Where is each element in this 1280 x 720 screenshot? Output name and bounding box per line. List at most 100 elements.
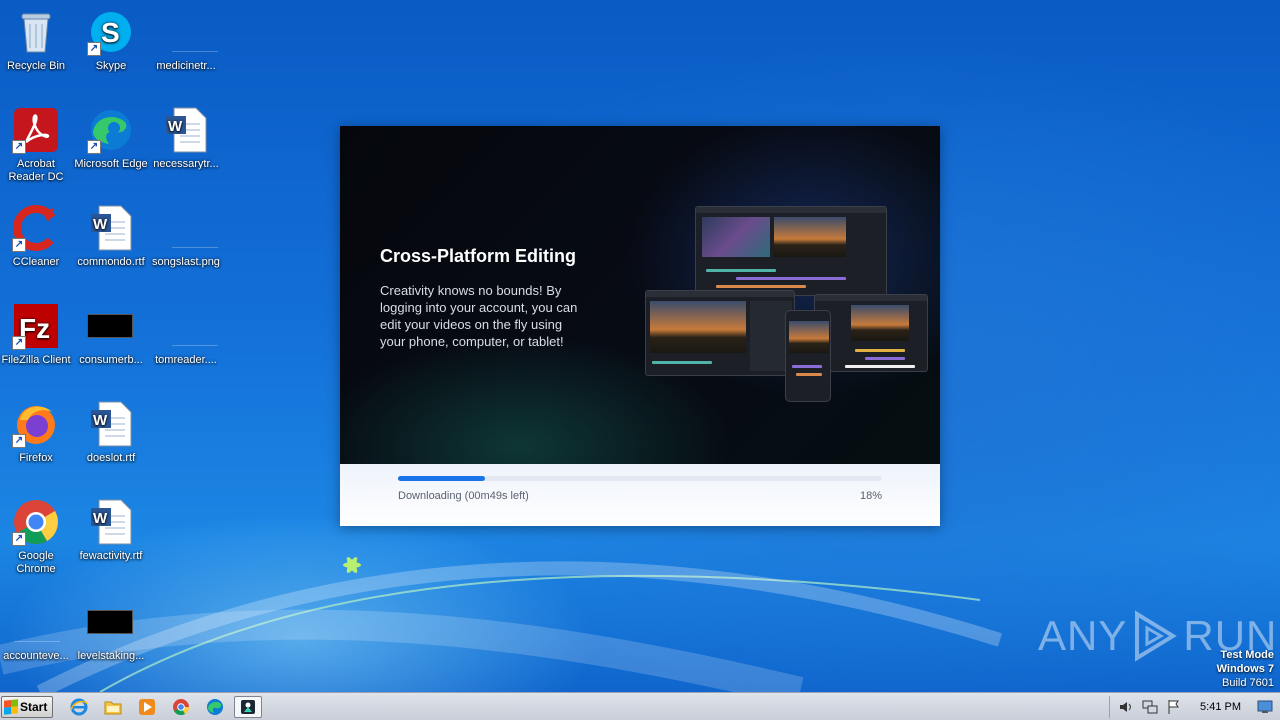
desktop-icon-label: Acrobat Reader DC xyxy=(8,158,64,183)
desktop-icon-label: Firefox xyxy=(19,452,53,464)
desktop-icon-label: Microsoft Edge xyxy=(74,158,148,170)
desktop-icon-label: medicinetr... xyxy=(156,60,216,72)
installer-app-icon xyxy=(241,700,255,714)
desktop-icon-label: fewactivity.rtf xyxy=(79,550,143,562)
windows-logo-icon xyxy=(4,699,18,715)
desktop-icon-recycle-bin[interactable]: Recycle Bin xyxy=(0,8,75,73)
desktop-icon-label: doeslot.rtf xyxy=(86,452,136,464)
svg-text:S: S xyxy=(101,17,120,48)
image-file-icon xyxy=(87,302,135,350)
desktop-icon-levelstaking[interactable]: levelstaking... xyxy=(72,598,150,663)
word-document-icon: W xyxy=(87,498,135,546)
shortcut-arrow-icon: ↗ xyxy=(12,140,26,154)
desktop-icon-label: consumerb... xyxy=(79,354,143,366)
png-file-icon xyxy=(12,598,60,646)
show-desktop-icon[interactable] xyxy=(1256,698,1274,716)
watermark-left-text: ANY xyxy=(1038,612,1128,659)
download-percent: 18% xyxy=(859,490,882,502)
desktop-icon-label: Google Chrome xyxy=(16,550,56,575)
filezilla-icon: Fz ↗ xyxy=(12,302,60,350)
shortcut-arrow-icon: ↗ xyxy=(12,434,26,448)
desktop-icon-acrobat[interactable]: ↗ Acrobat Reader DC xyxy=(0,106,75,184)
desktop-icon-label: Recycle Bin xyxy=(6,60,66,72)
desktop-icon-label: necessarytr... xyxy=(153,158,219,170)
svg-text:W: W xyxy=(93,216,108,233)
desktop-editor-mockup xyxy=(695,206,887,296)
svg-text:W: W xyxy=(168,118,183,135)
start-button[interactable]: Start xyxy=(1,696,53,718)
start-label: Start xyxy=(20,700,48,714)
desktop-icon-fewactivity[interactable]: W fewactivity.rtf xyxy=(72,498,150,563)
system-tray: 5:41 PM xyxy=(1105,693,1280,720)
firefox-icon: ↗ xyxy=(12,400,60,448)
taskbar-clock[interactable]: 5:41 PM xyxy=(1200,701,1241,713)
promo-headline: Cross-Platform Editing xyxy=(380,246,577,266)
desktop-icon-label: levelstaking... xyxy=(77,650,145,662)
build-label: Build 7601 xyxy=(1222,677,1274,689)
desktop-icon-necessarytr[interactable]: W necessarytr... xyxy=(147,106,225,171)
desktop-icon-tomreader[interactable]: tomreader.... xyxy=(147,302,225,367)
action-center-flag-icon[interactable] xyxy=(1165,698,1183,716)
desktop-icon-doeslot[interactable]: W doeslot.rtf xyxy=(72,400,150,465)
desktop-icon-firefox[interactable]: ↗ Firefox xyxy=(0,400,75,465)
png-file-icon xyxy=(162,8,218,56)
desktop-icon-songslast[interactable]: songslast.png xyxy=(147,204,225,269)
desktop-icon-label: CCleaner xyxy=(12,256,60,268)
test-mode-notice: Test Mode Windows 7 Build 7601 xyxy=(1217,648,1274,690)
desktop-icon-label: commondo.rtf xyxy=(77,256,145,268)
desktop-icon-label: Skype xyxy=(95,60,127,72)
svg-text:W: W xyxy=(93,412,108,429)
shortcut-arrow-icon: ↗ xyxy=(12,532,26,546)
progress-track xyxy=(398,476,882,481)
desktop-icon-skype[interactable]: S ↗ Skype xyxy=(72,8,150,73)
network-icon[interactable] xyxy=(1141,698,1159,716)
desktop-icon-commondo[interactable]: W commondo.rtf xyxy=(72,204,150,269)
edge-icon[interactable] xyxy=(204,697,226,717)
promo-description: Creativity knows no bounds! By logging i… xyxy=(380,283,578,349)
word-document-icon: W xyxy=(87,400,135,448)
taskbar: Start 5:41 PM xyxy=(0,692,1280,720)
ccleaner-icon: ↗ xyxy=(12,204,60,252)
shortcut-arrow-icon: ↗ xyxy=(87,140,101,154)
phone-editor-mockup xyxy=(785,310,831,402)
desktop-icon-filezilla[interactable]: Fz ↗ FileZilla Client xyxy=(0,302,75,367)
volume-icon[interactable] xyxy=(1117,698,1135,716)
progress-fill xyxy=(398,476,486,481)
internet-explorer-icon[interactable] xyxy=(68,697,90,717)
skype-icon: S ↗ xyxy=(87,8,135,56)
svg-text:W: W xyxy=(93,510,108,527)
desktop-icon-medicinetr[interactable]: medicinetr... xyxy=(147,8,225,73)
installer-window: Cross-Platform Editing Creativity knows … xyxy=(340,126,940,526)
word-document-icon: W xyxy=(87,204,135,252)
shortcut-arrow-icon: ↗ xyxy=(12,336,26,350)
word-document-icon: W xyxy=(162,106,210,154)
desktop-icon-chrome[interactable]: ↗ Google Chrome xyxy=(0,498,75,576)
desktop-icon-consumerb[interactable]: consumerb... xyxy=(72,302,150,367)
laptop-editor-mockup xyxy=(645,290,795,376)
recycle-bin-icon xyxy=(12,8,60,56)
desktop-icon-label: songslast.png xyxy=(152,256,220,268)
os-label: Windows 7 xyxy=(1216,663,1274,675)
test-mode-label: Test Mode xyxy=(1220,649,1274,661)
chrome-icon: ↗ xyxy=(12,498,60,546)
file-explorer-icon[interactable] xyxy=(102,697,124,717)
shortcut-arrow-icon: ↗ xyxy=(87,42,101,56)
png-file-icon xyxy=(162,302,218,350)
desktop-icon-edge[interactable]: ↗ Microsoft Edge xyxy=(72,106,150,171)
installer-app-taskbar-button[interactable] xyxy=(234,696,262,718)
acrobat-reader-icon: ↗ xyxy=(12,106,60,154)
desktop-icon-accounteve[interactable]: accounteve... xyxy=(0,598,75,663)
desktop-icon-label: tomreader.... xyxy=(155,354,217,366)
download-status-text: Downloading (00m49s left) xyxy=(398,490,529,502)
chrome-icon[interactable] xyxy=(170,697,192,717)
tablet-editor-mockup xyxy=(814,294,928,372)
promo-banner: Cross-Platform Editing Creativity knows … xyxy=(340,126,940,464)
desktop-icon-label: accounteve... xyxy=(3,650,69,662)
image-file-icon xyxy=(87,598,135,646)
png-file-icon xyxy=(162,204,218,252)
shortcut-arrow-icon: ↗ xyxy=(12,238,26,252)
download-progress-area: Downloading (00m49s left) 18% xyxy=(340,464,940,526)
desktop-icon-ccleaner[interactable]: ↗ CCleaner xyxy=(0,204,75,269)
edge-icon: ↗ xyxy=(87,106,135,154)
media-player-icon[interactable] xyxy=(136,697,158,717)
